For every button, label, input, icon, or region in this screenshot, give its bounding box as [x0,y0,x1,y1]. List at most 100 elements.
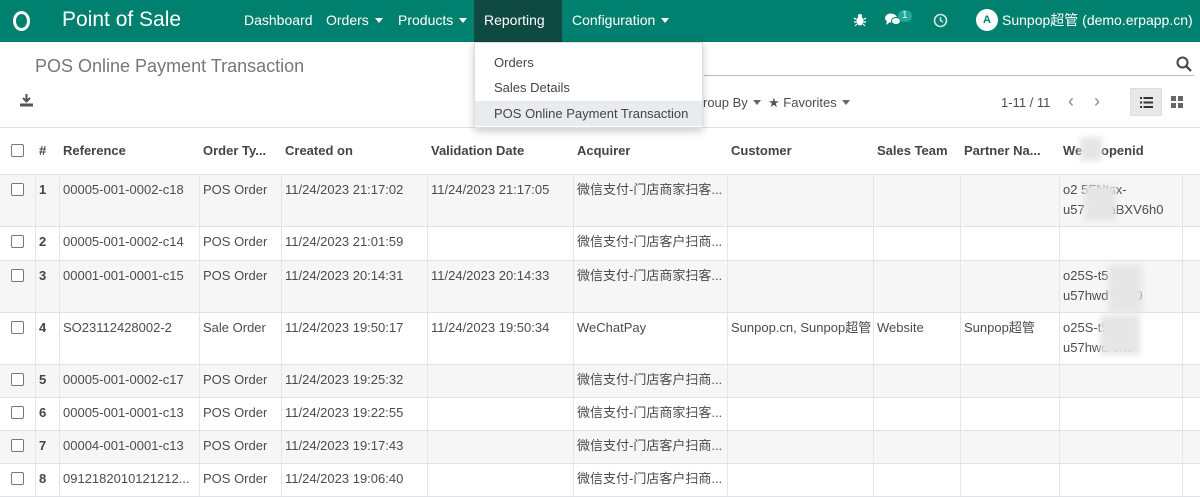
cell-reference: 00005-001-0002-c14 [63,234,184,249]
privacy-blur [1100,315,1140,355]
clock-icon[interactable] [931,11,949,29]
column-divider [573,175,574,226]
menu-configuration-label: Configuration [572,12,656,28]
cell-reference: 00005-001-0001-c13 [63,405,184,420]
cell-order-type: POS Order [203,471,268,486]
cell-validation-date: 11/24/2023 20:14:33 [431,268,550,283]
menu-dashboard[interactable]: Dashboard [234,0,323,42]
caret-down-icon [1008,57,1016,63]
cell-row-number: 5 [39,372,47,387]
list-view-button[interactable] [1130,88,1162,116]
cell-created-on: 11/24/2023 19:50:17 [285,320,404,335]
header-created-on[interactable]: Created on [285,128,353,175]
search-icon[interactable] [1176,56,1192,72]
favorites-button[interactable]: ★ Favorites [768,95,850,111]
select-all-checkbox[interactable] [11,144,24,157]
table-row[interactable]: 3 00001-001-0001-c15 POS Order 11/24/2023 2… [0,261,1200,312]
header-reference[interactable]: Reference [63,128,126,175]
column-divider [59,464,60,496]
cell-partner-name: Sunpop超管 [964,320,1035,335]
table-row[interactable]: 1 00005-001-0002-c18 POS Order 11/24/2023 2… [0,175,1200,226]
header-number: # [39,143,47,158]
table-row[interactable]: 7 00004-001-0001-c13 POS Order 11/24/2023 1… [0,431,1200,463]
privacy-blur [1080,137,1102,161]
menu-products[interactable]: Products [388,0,477,42]
menu-orders[interactable]: Orders [316,0,393,42]
row-checkbox[interactable] [11,406,24,419]
table-row[interactable]: 8 0912182010121212... POS Order 11/24/2023 … [0,464,1200,496]
header-acquirer[interactable]: Acquirer [577,128,630,175]
cell-validation-date: 11/24/2023 19:50:34 [431,320,550,335]
cell-created-on: 11/24/2023 20:14:31 [285,268,404,283]
dropdown-item-orders[interactable]: Orders [475,50,702,75]
column-divider [727,464,728,496]
column-divider [573,261,574,312]
group-by-button[interactable]: roup By [703,95,761,110]
table-row[interactable]: 5 00005-001-0002-c17 POS Order 11/24/2023 1… [0,365,1200,397]
menu-configuration[interactable]: Configuration [562,0,679,42]
column-divider [199,431,200,463]
kanban-view-button[interactable] [1166,88,1188,116]
column-divider [873,175,874,226]
column-divider [35,313,36,364]
bug-icon[interactable] [851,11,869,29]
chevron-left-icon[interactable]: ‹ [1068,92,1074,110]
menu-products-label: Products [398,12,454,28]
table-row[interactable]: 6 00005-001-0001-c13 POS Order 11/24/2023 1… [0,398,1200,430]
menu-reporting[interactable]: Reporting [474,0,562,63]
cell-row-number: 1 [39,182,47,197]
list-icon [1139,96,1153,108]
cell-row-number: 6 [39,405,47,420]
header-order-type[interactable]: Order Ty... [203,128,275,175]
cell-created-on: 11/24/2023 21:01:59 [285,234,404,249]
cell-row-number: 3 [39,268,47,283]
header-validation-date[interactable]: Validation Date [431,128,524,175]
column-divider [59,313,60,364]
search-input[interactable] [704,75,1194,76]
header-sales-team[interactable]: Sales Team [877,128,948,175]
header-partner-name[interactable]: Partner Na... [964,128,1054,175]
cell-acquirer: 微信支付-门店客户扫商... [577,438,723,453]
app-logo-icon[interactable] [0,0,42,42]
dropdown-item-pos-online-payment-transaction[interactable]: POS Online Payment Transaction [475,101,702,126]
cell-wechat-openid-line2: u57 dzyaBXV6h0 [1063,202,1164,217]
user-menu[interactable]: Sunpop超管 (demo.erpapp.cn) [1002,0,1200,80]
column-divider [727,227,728,260]
privacy-blur [1084,185,1116,221]
row-checkbox[interactable] [11,269,24,282]
download-icon[interactable] [20,94,33,107]
row-checkbox[interactable] [11,235,24,248]
column-divider [1059,365,1060,397]
row-checkbox[interactable] [11,439,24,452]
column-divider [960,261,961,312]
column-divider [727,431,728,463]
column-divider [727,175,728,226]
table-row[interactable]: 4 SO23112428002-2 Sale Order 11/24/2023 19:… [0,313,1200,364]
column-divider [1182,398,1183,430]
column-divider [281,398,282,430]
app-name: Point of Sale [62,8,182,31]
table-row[interactable]: 2 00005-001-0002-c14 POS Order 11/24/2023 2… [0,227,1200,260]
caret-down-icon [661,17,670,23]
chevron-right-icon[interactable]: › [1094,92,1100,110]
column-divider [281,365,282,397]
dropdown-item-sales-details[interactable]: Sales Details [475,75,702,100]
column-divider [35,464,36,496]
row-checkbox[interactable] [11,183,24,196]
column-divider [199,398,200,430]
column-divider [1059,431,1060,463]
header-customer[interactable]: Customer [731,128,792,175]
cell-created-on: 11/24/2023 21:17:02 [285,182,404,197]
avatar[interactable]: A [976,9,998,31]
row-checkbox[interactable] [11,321,24,334]
row-checkbox[interactable] [11,373,24,386]
favorites-label: Favorites [783,95,837,110]
cell-acquirer: 微信支付-门店客户扫商... [577,471,723,486]
column-divider [35,398,36,430]
column-divider [59,431,60,463]
column-divider [873,431,874,463]
pager-value[interactable]: 1-11 / 11 [1001,95,1050,110]
column-divider [281,261,282,312]
cell-created-on: 11/24/2023 19:22:55 [285,405,404,420]
row-checkbox[interactable] [11,472,24,485]
